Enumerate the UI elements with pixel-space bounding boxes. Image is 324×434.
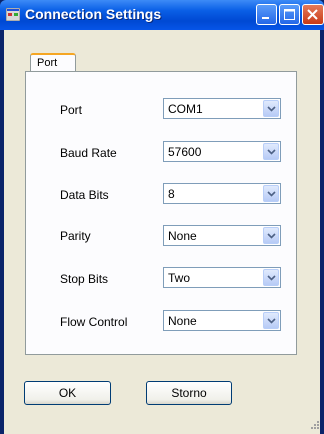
stop-bits-value: Two — [168, 271, 191, 285]
chevron-down-icon — [267, 275, 276, 281]
maximize-button[interactable] — [279, 4, 300, 25]
parity-value: None — [168, 229, 197, 243]
data-bits-dropdown-button[interactable] — [263, 185, 279, 202]
port-select[interactable]: COM1 — [163, 98, 281, 119]
port-value: COM1 — [168, 102, 203, 116]
ok-button[interactable]: OK — [24, 381, 111, 405]
chevron-down-icon — [267, 191, 276, 197]
baud-rate-label: Baud Rate — [60, 146, 117, 160]
chevron-down-icon — [267, 318, 276, 324]
tab-port[interactable]: Port — [30, 53, 76, 72]
stop-bits-select[interactable]: Two — [163, 267, 281, 288]
stop-bits-dropdown-button[interactable] — [263, 269, 279, 286]
connection-settings-window: Connection Settings Port Port COM1 Baud — [0, 0, 324, 434]
close-icon — [307, 9, 318, 20]
cancel-button[interactable]: Storno — [146, 381, 232, 405]
resize-grip-icon[interactable] — [310, 420, 320, 430]
baud-rate-value: 57600 — [168, 145, 202, 159]
port-label: Port — [60, 103, 83, 117]
close-button[interactable] — [302, 4, 324, 25]
window-title: Connection Settings — [25, 6, 162, 22]
flow-control-value: None — [168, 314, 197, 328]
chevron-down-icon — [267, 149, 276, 155]
data-bits-value: 8 — [168, 187, 175, 201]
flow-control-dropdown-button[interactable] — [263, 312, 279, 329]
parity-select[interactable]: None — [163, 225, 281, 246]
flow-control-select[interactable]: None — [163, 310, 281, 331]
stop-bits-label: Stop Bits — [60, 272, 109, 286]
flow-control-label: Flow Control — [60, 315, 128, 329]
minimize-icon — [262, 17, 269, 19]
chevron-down-icon — [267, 106, 276, 112]
maximize-icon — [284, 9, 295, 20]
baud-rate-dropdown-button[interactable] — [263, 143, 279, 160]
title-bar[interactable]: Connection Settings — [0, 0, 324, 30]
parity-label: Parity — [60, 229, 91, 243]
port-dropdown-button[interactable] — [263, 100, 279, 117]
chevron-down-icon — [267, 233, 276, 239]
baud-rate-select[interactable]: 57600 — [163, 141, 281, 162]
data-bits-select[interactable]: 8 — [163, 183, 281, 204]
minimize-button[interactable] — [256, 4, 277, 25]
data-bits-label: Data Bits — [60, 188, 109, 202]
app-icon — [6, 8, 20, 21]
parity-dropdown-button[interactable] — [263, 227, 279, 244]
